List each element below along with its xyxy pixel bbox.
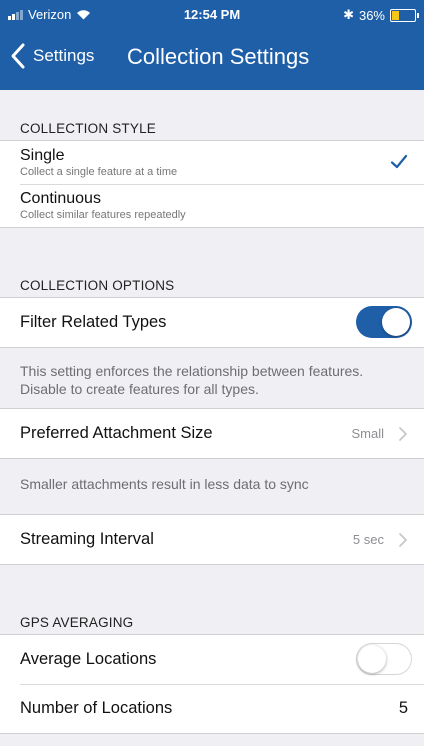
back-button[interactable]: Settings xyxy=(8,42,94,70)
attachment-size-group: Preferred Attachment Size Small xyxy=(0,408,424,459)
filter-related-types-toggle[interactable] xyxy=(356,306,412,338)
attachment-size-label: Preferred Attachment Size xyxy=(20,424,213,442)
app-header: Verizon 12:54 PM ✱ 36% Settings Collecti… xyxy=(0,0,424,90)
toggle-knob xyxy=(382,308,410,336)
filter-related-group: Filter Related Types xyxy=(0,297,424,348)
section-header-collection-options: COLLECTION OPTIONS xyxy=(20,278,175,293)
toggle-knob xyxy=(358,645,386,673)
streaming-interval-group: Streaming Interval 5 sec xyxy=(0,514,424,565)
option-continuous[interactable]: Continuous Collect similar features repe… xyxy=(0,184,424,227)
checkmark-icon xyxy=(390,154,408,169)
average-locations-toggle[interactable] xyxy=(356,643,412,675)
back-label: Settings xyxy=(33,46,95,65)
page-title: Collection Settings xyxy=(127,44,310,69)
filter-related-types-row: Filter Related Types xyxy=(0,298,424,347)
section-header-collection-style: COLLECTION STYLE xyxy=(20,121,156,136)
attachment-size-row[interactable]: Preferred Attachment Size Small xyxy=(0,409,424,458)
battery-percent: 36% xyxy=(358,7,385,23)
section-header-gps-averaging: GPS AVERAGING xyxy=(20,615,134,630)
option-continuous-subtitle: Collect similar features repeatedly xyxy=(20,208,186,221)
option-continuous-title: Continuous xyxy=(20,189,101,207)
attachment-size-note: Smaller attachments result in less data … xyxy=(20,476,309,492)
battery-fill xyxy=(392,10,399,20)
chevron-right-icon xyxy=(399,427,407,441)
average-locations-label: Average Locations xyxy=(20,650,157,668)
option-single-title: Single xyxy=(20,146,65,164)
number-of-locations-value: 5 xyxy=(398,699,408,717)
chevron-left-icon xyxy=(11,43,25,69)
chevron-right-icon xyxy=(399,533,407,547)
status-bar: Verizon 12:54 PM ✱ 36% xyxy=(0,0,424,30)
option-single[interactable]: Single Collect a single feature at a tim… xyxy=(0,141,424,184)
average-locations-row: Average Locations xyxy=(0,635,424,684)
status-right: ✱ 36% xyxy=(343,7,419,23)
streaming-interval-label: Streaming Interval xyxy=(20,530,154,548)
filter-related-types-note: This setting enforces the relationship b… xyxy=(20,363,364,397)
battery-icon xyxy=(390,8,419,22)
gps-averaging-group: Average Locations Number of Locations 5 xyxy=(0,634,424,734)
attachment-size-value: Small xyxy=(351,426,384,441)
streaming-interval-value: 5 sec xyxy=(352,532,384,547)
navigation-bar: Settings Collection Settings xyxy=(0,30,424,90)
filter-related-types-label: Filter Related Types xyxy=(20,313,167,331)
streaming-interval-row[interactable]: Streaming Interval 5 sec xyxy=(0,515,424,564)
number-of-locations-row[interactable]: Number of Locations 5 xyxy=(0,684,424,733)
collection-style-group: Single Collect a single feature at a tim… xyxy=(0,140,424,228)
bluetooth-icon: ✱ xyxy=(343,7,354,22)
option-single-subtitle: Collect a single feature at a time xyxy=(20,165,178,178)
number-of-locations-label: Number of Locations xyxy=(20,699,173,717)
